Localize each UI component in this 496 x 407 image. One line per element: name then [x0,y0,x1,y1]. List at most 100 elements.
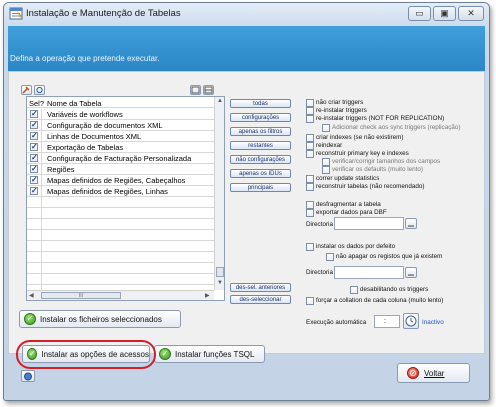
highlight-annotation [16,340,156,369]
table-row[interactable]: ✓ Linhas de Documentos XML [27,131,214,142]
col-name-header: Nome da Tabela [47,99,102,108]
tools-icon[interactable] [21,85,32,95]
reconstruir-pk-checkbox[interactable] [306,150,314,158]
exportar-dbf-checkbox[interactable] [306,209,314,217]
select-button[interactable]: principais [230,183,291,192]
criar-indexes-checkbox[interactable] [306,134,314,142]
row-checkbox[interactable]: ✓ [30,176,38,184]
correr-update-checkbox[interactable] [306,175,314,183]
table-row[interactable] [27,241,214,252]
grid-horizontal-scrollbar[interactable]: ◀ III ▶ [27,290,214,300]
check-icon: ✓ [24,313,36,325]
clock-icon[interactable] [403,313,419,329]
reinstalar-triggers-checkbox[interactable] [306,107,314,115]
desabilitando-checkbox[interactable] [350,286,358,294]
row-checkbox[interactable]: ✓ [30,143,38,151]
desabilitando-label: desabilitando os triggers [360,286,429,293]
grid-option2-icon[interactable] [203,85,214,95]
verificar-tamanhos-label: verificar/corrigir tamanhos dos campos [332,158,441,165]
scroll-up-icon[interactable]: ▲ [216,98,224,106]
table-row[interactable]: ✓ Mapas definidos de Regiões, Cabeçalhos [27,175,214,186]
instalar-tsql-button[interactable]: ✓ Instalar funções TSQL [154,345,265,363]
scroll-right-icon[interactable]: ▶ [205,292,210,299]
table-row[interactable] [27,252,214,263]
row-select-cell [27,230,42,240]
deselect-button[interactable]: des-seleccionar [230,295,291,304]
desfragmentar-checkbox[interactable] [306,201,314,209]
help-icon[interactable] [21,370,35,382]
execucao-automatica-input[interactable]: : [374,315,400,328]
table-row[interactable] [27,219,214,230]
row-checkbox[interactable]: ✓ [30,187,38,195]
row-checkbox[interactable]: ✓ [30,165,38,173]
row-checkbox[interactable]: ✓ [30,121,38,129]
execucao-automatica-value: : [384,318,386,325]
reindexar-checkbox[interactable] [306,142,314,150]
reconstruir-tabelas-label: reconstruir tabelas (não recomendado) [316,183,425,190]
table-row[interactable] [27,230,214,241]
vertical-scroll-thumb[interactable] [216,267,224,277]
row-select-cell: ✓ [27,186,42,196]
minimize-button[interactable]: ▭ [408,6,431,21]
nao-apagar-checkbox[interactable] [326,253,334,261]
table-name-cell: Linhas de Documentos XML [47,132,142,141]
table-row[interactable]: ✓ Regiões [27,164,214,175]
select-button[interactable]: apenas os filtros [230,127,291,136]
select-button[interactable]: apenas os IDUs [230,169,291,178]
directoria2-input[interactable] [334,266,404,279]
tables-grid[interactable]: Sel? Nome da Tabela ✓ Variáveis de workfl… [26,96,225,301]
table-row[interactable]: ✓ Exportação de Tabelas [27,142,214,153]
reinstalar-triggers-nfr-checkbox[interactable] [306,115,314,123]
adicionar-check-checkbox[interactable] [322,124,330,132]
table-row[interactable] [27,263,214,274]
select-button[interactable]: não configurações [230,155,291,164]
row-checkbox[interactable]: ✓ [30,110,38,118]
voltar-button[interactable]: ⊘ Voltar [397,363,470,383]
table-row[interactable]: ✓ Variáveis de workflows [27,109,214,120]
execucao-status[interactable]: Inactivo [422,319,444,326]
table-row[interactable]: ✓ Configuração de documentos XML [27,120,214,131]
col-sel-header: Sel? [29,99,45,108]
reinstalar-triggers-nfr-label: re-instalar triggers (NOT FOR REPLICATIO… [316,115,445,122]
check-icon: ✓ [159,348,171,360]
forcar-collation-label: forçar a collation de cada coluna (muito… [316,297,444,304]
row-select-cell [27,252,42,262]
refresh-icon[interactable] [34,85,45,95]
nao-criar-triggers-checkbox[interactable] [306,99,314,107]
row-checkbox[interactable]: ✓ [30,154,38,162]
table-name-cell: Mapas definidos de Regiões, Linhas [47,187,168,196]
select-button[interactable]: restantes [230,141,291,150]
table-row[interactable] [27,208,214,219]
browse-folder1-icon[interactable] [405,218,417,229]
table-row[interactable] [27,274,214,285]
instalar-ficheiros-button[interactable]: ✓ Instalar os ficheiros seleccionados [19,310,181,328]
directoria1-input[interactable] [334,217,404,230]
instalar-dados-checkbox[interactable] [306,243,314,251]
table-row[interactable] [27,197,214,208]
reconstruir-tabelas-checkbox[interactable] [306,183,314,191]
verificar-tamanhos-checkbox[interactable] [322,158,330,166]
dialog-window: Instalação e Manutenção de Tabelas ▭ ▣ ✕… [3,2,490,401]
forcar-collation-checkbox[interactable] [306,297,314,305]
row-select-cell: ✓ [27,131,42,141]
maximize-button[interactable]: ▣ [433,6,456,21]
grid-vertical-scrollbar[interactable]: ▲ ▼ [214,97,224,290]
verificar-defaults-checkbox[interactable] [322,166,330,174]
select-button[interactable]: todas [230,99,291,108]
browse-folder2-icon[interactable] [405,267,417,278]
row-checkbox[interactable]: ✓ [30,132,38,140]
close-button[interactable]: ✕ [458,6,484,21]
header-banner [8,26,485,71]
row-select-cell [27,208,42,218]
select-button[interactable]: configurações [230,113,291,122]
scroll-down-icon[interactable]: ▼ [216,280,224,288]
horizontal-scroll-thumb[interactable]: III [41,292,121,299]
deselect-previous-button[interactable]: des-sel. anteriores [230,283,291,292]
nao-criar-triggers-label: não criar triggers [316,99,364,106]
table-row[interactable]: ✓ Configuração de Facturação Personalizad… [27,153,214,164]
scroll-left-icon[interactable]: ◀ [29,292,34,299]
minimize-icon: ▭ [415,8,424,18]
table-row[interactable]: ✓ Mapas definidos de Regiões, Linhas [27,186,214,197]
grid-option1-icon[interactable] [190,85,201,95]
table-name-cell: Mapas definidos de Regiões, Cabeçalhos [47,176,186,185]
